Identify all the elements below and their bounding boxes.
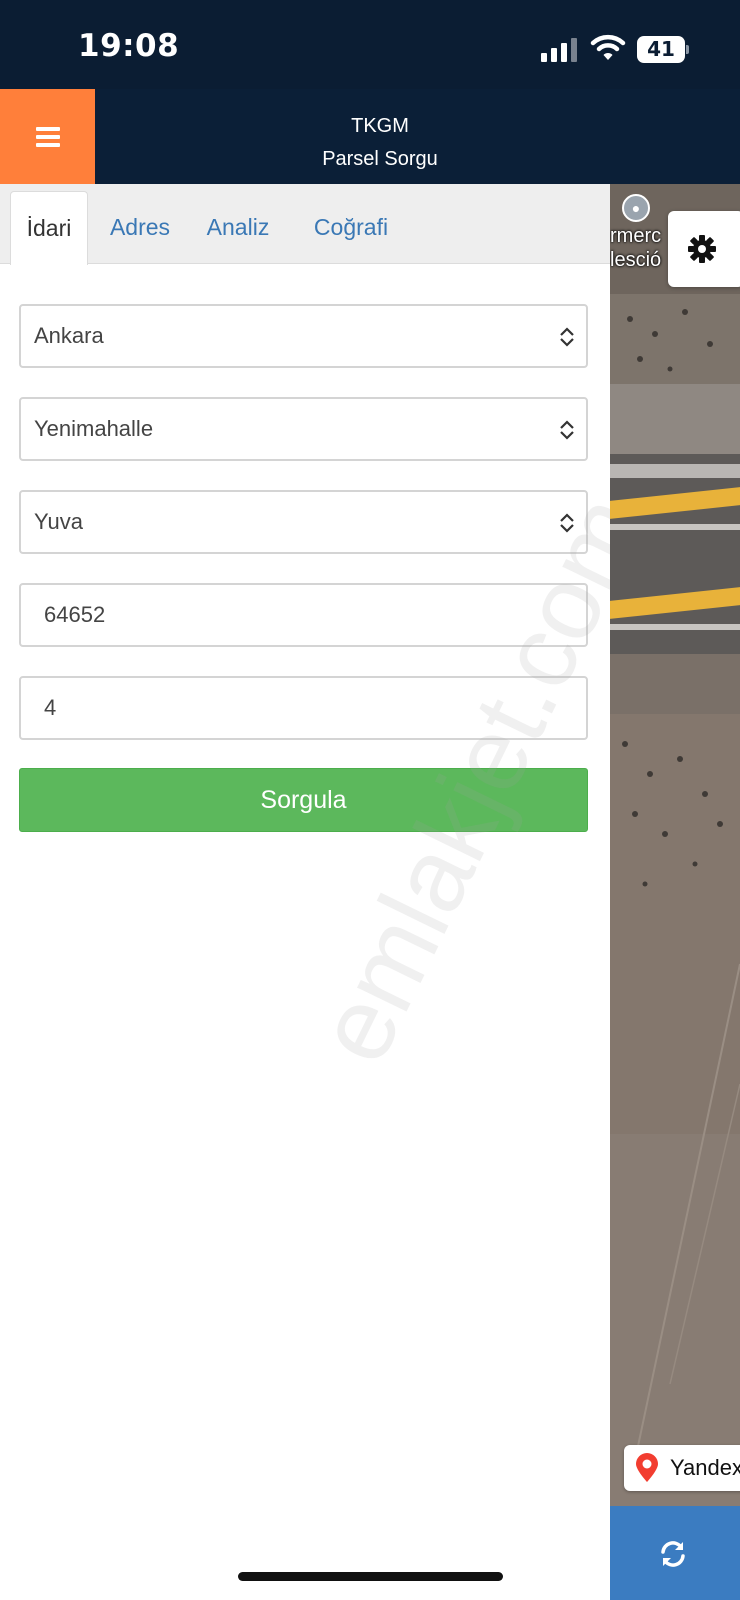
- province-value: Ankara: [34, 323, 104, 348]
- refresh-button[interactable]: [610, 1506, 740, 1600]
- gear-icon: [688, 235, 716, 263]
- query-submit-button[interactable]: Sorgula: [19, 768, 588, 832]
- province-select[interactable]: Ankara: [19, 304, 588, 368]
- home-indicator: [238, 1572, 503, 1581]
- district-select[interactable]: Yenimahalle: [19, 397, 588, 461]
- map-road: [610, 524, 740, 530]
- select-chevron-icon: [560, 513, 574, 533]
- map-view[interactable]: ● rmerc lesció Yandex: [610, 184, 740, 1600]
- menu-button[interactable]: [0, 89, 95, 184]
- map-road: [610, 624, 740, 630]
- satellite-imagery: [610, 184, 740, 1600]
- tab-adres[interactable]: Adres: [100, 191, 180, 265]
- tab-bar: İdari Adres Analiz Coğrafi: [0, 184, 610, 265]
- poi-label-line-2: lesció: [610, 249, 662, 271]
- district-value: Yenimahalle: [34, 416, 154, 441]
- map-road: [610, 464, 740, 478]
- block-number-value: 64652: [44, 602, 106, 627]
- status-time: 19:08: [78, 28, 180, 64]
- parcel-number-input[interactable]: 4: [19, 676, 588, 740]
- neighborhood-select[interactable]: Yuva: [19, 490, 588, 554]
- select-chevron-icon: [560, 420, 574, 440]
- poi-label-line-1: rmerc: [610, 225, 662, 247]
- tab-cografi[interactable]: Coğrafi: [296, 191, 406, 265]
- map-pin-icon: [636, 1453, 658, 1482]
- yandex-attribution[interactable]: Yandex: [624, 1445, 740, 1491]
- battery-level: 41: [647, 37, 675, 61]
- yandex-label: Yandex: [670, 1455, 740, 1480]
- wifi-icon: [590, 34, 626, 60]
- refresh-icon: [661, 1541, 685, 1567]
- neighborhood-value: Yuva: [34, 509, 83, 534]
- hamburger-menu-icon: [35, 126, 60, 147]
- poi-label: rmerc lesció: [610, 224, 661, 272]
- block-number-input[interactable]: 64652: [19, 583, 588, 647]
- battery-icon: 41: [637, 36, 689, 63]
- status-bar: 19:08 41: [0, 0, 740, 89]
- map-settings-button[interactable]: [668, 211, 740, 287]
- app-subtitle: Parsel Sorgu: [322, 148, 438, 170]
- app-header: TKGM Parsel Sorgu: [0, 89, 740, 184]
- query-panel: İdari Adres Analiz Coğrafi Ankara Yenima…: [0, 184, 610, 1600]
- cellular-signal-icon: [541, 38, 579, 62]
- tab-idari[interactable]: İdari: [10, 191, 88, 265]
- parcel-number-value: 4: [44, 695, 57, 720]
- tab-analiz[interactable]: Analiz: [196, 191, 280, 265]
- mosque-icon[interactable]: ●: [622, 194, 650, 222]
- app-title: TKGM: [351, 115, 409, 137]
- select-chevron-icon: [560, 327, 574, 347]
